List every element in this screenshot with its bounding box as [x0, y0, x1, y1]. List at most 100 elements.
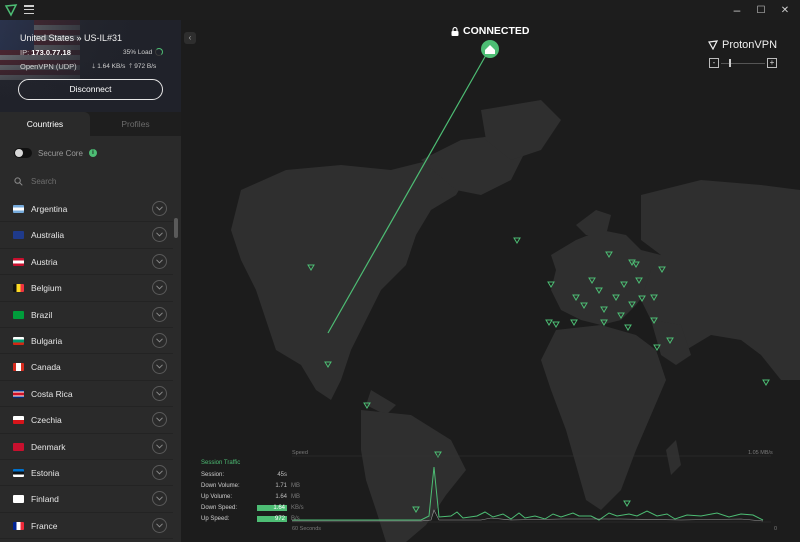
- zoom-out-button[interactable]: -: [709, 58, 719, 68]
- graph-max: 1.05 MB/s: [748, 450, 773, 456]
- flag-icon: [13, 363, 24, 372]
- country-name: Czechia: [31, 415, 62, 426]
- country-name: France: [31, 520, 58, 531]
- close-button[interactable]: ✕: [770, 0, 800, 20]
- title-bar: – ☐ ✕: [0, 0, 800, 20]
- traffic-label: Up Speed:: [201, 515, 230, 522]
- traffic-value: 1.71: [275, 482, 287, 489]
- expand-chevron-icon[interactable]: [152, 412, 167, 428]
- country-item[interactable]: Finland: [0, 486, 173, 513]
- info-icon[interactable]: i: [88, 149, 97, 157]
- country-name: Brazil: [31, 309, 53, 320]
- sidebar: United States » US-IL#31 IP: 173.0.77.18…: [0, 20, 181, 542]
- expand-chevron-icon[interactable]: [152, 359, 167, 375]
- disconnect-button[interactable]: Disconnect: [18, 79, 163, 100]
- load-ring-icon: [155, 48, 164, 56]
- upload-arrow-icon: 🡑: [129, 63, 133, 70]
- zoom-in-button[interactable]: +: [767, 58, 777, 68]
- expand-chevron-icon[interactable]: [152, 491, 167, 507]
- flag-icon: [13, 521, 24, 530]
- country-list-scrollbar[interactable]: [174, 218, 178, 542]
- flag-icon: [13, 389, 24, 398]
- menu-icon[interactable]: [24, 5, 34, 15]
- country-name: Denmark: [31, 441, 66, 452]
- protocol: OpenVPN (UDP): [20, 62, 77, 71]
- country-name: Finland: [31, 494, 59, 505]
- country-item[interactable]: Costa Rica: [0, 381, 173, 408]
- connection-status-panel: United States » US-IL#31 IP: 173.0.77.18…: [0, 20, 181, 112]
- country-name: Costa Rica: [31, 388, 73, 399]
- traffic-unit: KB/s: [291, 504, 304, 511]
- country-name: Estonia: [31, 467, 60, 478]
- server-load: 35% Load: [123, 48, 164, 56]
- country-item[interactable]: Belgium: [0, 275, 173, 302]
- expand-chevron-icon[interactable]: [152, 306, 167, 322]
- scrollbar-thumb[interactable]: [174, 218, 178, 238]
- country-name: Austria: [31, 256, 58, 267]
- country-item[interactable]: Denmark: [0, 434, 173, 460]
- expand-chevron-icon[interactable]: [152, 227, 167, 243]
- country-name: Bulgaria: [31, 335, 63, 346]
- connection-status: CONNECTED: [451, 25, 530, 37]
- expand-chevron-icon[interactable]: [152, 438, 167, 454]
- country-name: Australia: [31, 230, 65, 241]
- country-name: Argentina: [31, 204, 68, 214]
- zoom-slider[interactable]: [721, 63, 765, 64]
- country-item[interactable]: Canada: [0, 354, 173, 381]
- traffic-unit: MB: [291, 482, 300, 489]
- lock-icon: [451, 26, 459, 36]
- flag-icon: [13, 205, 24, 213]
- country-item[interactable]: Czechia: [0, 407, 173, 434]
- traffic-row: Up Volume: 1.64 MB: [201, 491, 304, 502]
- flag-icon: [13, 495, 24, 504]
- protonvpn-brand: ProtonVPN: [708, 39, 777, 51]
- zoom-slider-thumb[interactable]: [729, 59, 731, 67]
- flag-icon: [13, 416, 24, 425]
- traffic-value: 1.64: [275, 493, 287, 500]
- speed-readout: 🡓 1.64 KB/s 🡑 972 B/s: [92, 63, 157, 70]
- graph-title: Speed: [292, 450, 308, 456]
- country-item[interactable]: Bulgaria: [0, 328, 173, 355]
- brand-logo-icon: [708, 40, 718, 50]
- protonvpn-logo-icon: [4, 4, 18, 17]
- country-item[interactable]: Australia: [0, 222, 173, 249]
- session-traffic-panel: Session Traffic Session: 45s Down Volume: 1…: [201, 460, 304, 524]
- search-row: [14, 174, 174, 188]
- country-item[interactable]: Austria: [0, 249, 173, 276]
- traffic-value: 972: [257, 515, 287, 522]
- expand-chevron-icon[interactable]: [152, 464, 167, 480]
- country-name: Canada: [31, 362, 61, 373]
- expand-chevron-icon[interactable]: [152, 201, 167, 216]
- country-item[interactable]: France: [0, 513, 173, 540]
- server-name: United States » US-IL#31: [20, 33, 123, 43]
- ip-address: IP: 173.0.77.18: [20, 48, 71, 57]
- country-name: Belgium: [31, 283, 62, 294]
- expand-chevron-icon[interactable]: [152, 385, 167, 401]
- country-item[interactable]: Argentina: [0, 196, 173, 223]
- expand-chevron-icon[interactable]: [152, 253, 167, 269]
- world-map: ‹ CONNECTED ProtonVPN - + Session Traffi…: [181, 20, 800, 542]
- country-list: Argentina Australia Austria Belgium Brazil Bu…: [0, 196, 173, 540]
- traffic-value: 45s: [277, 471, 287, 478]
- traffic-row: Up Speed: 972 B/s: [201, 513, 304, 524]
- tab-profiles[interactable]: Profiles: [90, 112, 181, 136]
- country-item[interactable]: Brazil: [0, 302, 173, 328]
- flag-icon: [13, 336, 24, 345]
- search-input[interactable]: [31, 176, 151, 186]
- traffic-title: Session Traffic: [201, 460, 241, 466]
- traffic-unit: MB: [291, 493, 300, 500]
- flag-icon: [13, 310, 24, 319]
- download-arrow-icon: 🡓: [92, 63, 96, 70]
- country-item[interactable]: Estonia: [0, 460, 173, 487]
- traffic-row: Down Volume: 1.71 MB: [201, 480, 304, 491]
- graph-x-start: 60 Seconds: [292, 526, 322, 532]
- collapse-sidebar-button[interactable]: ‹: [184, 32, 196, 44]
- tab-countries[interactable]: Countries: [0, 112, 90, 136]
- expand-chevron-icon[interactable]: [152, 280, 167, 296]
- traffic-label: Down Volume:: [201, 482, 240, 489]
- expand-chevron-icon[interactable]: [152, 517, 167, 533]
- flag-icon: [13, 442, 24, 451]
- secure-core-toggle[interactable]: [14, 148, 32, 158]
- expand-chevron-icon[interactable]: [152, 332, 167, 348]
- zoom-control: - +: [707, 57, 779, 69]
